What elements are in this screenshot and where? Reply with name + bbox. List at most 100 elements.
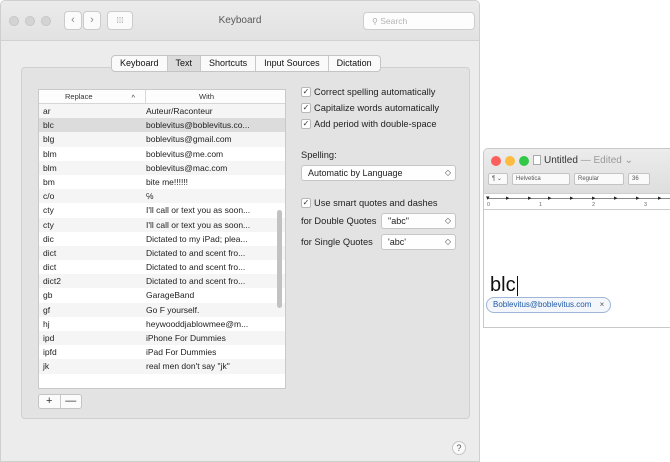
with-cell: Dictated to and scent fro...: [146, 262, 246, 273]
add-button[interactable]: +: [39, 395, 61, 408]
font-weight-popup[interactable]: Regular: [574, 173, 624, 185]
replace-cell: blm: [43, 162, 57, 173]
titlebar: ‹ › ⁞⁞⁞ Keyboard ⚲ Search: [1, 1, 479, 41]
close-window-button[interactable]: [491, 156, 501, 166]
double-space-period-checkbox[interactable]: ✓ Add period with double-space: [301, 119, 437, 129]
with-cell: boblevitus@gmail.com: [146, 134, 232, 145]
with-cell: boblevitus@me.com: [146, 148, 224, 159]
table-row[interactable]: dict Dictated to and scent fro...: [39, 260, 285, 274]
font-family-popup[interactable]: Helvetica: [512, 173, 570, 185]
with-cell: heywooddjablowmee@m...: [146, 318, 249, 329]
ruler-number: 1: [539, 202, 543, 208]
tab-stop-icon[interactable]: ▸: [570, 194, 574, 202]
table-row[interactable]: ipd iPhone For Dummies: [39, 331, 285, 346]
table-row[interactable]: blm boblevitus@me.com: [39, 147, 285, 161]
table-row[interactable]: cty I'll call or text you as soon...: [39, 203, 285, 217]
popup-arrows-icon: ◇: [444, 237, 451, 246]
table-row[interactable]: blg boblevitus@gmail.com: [39, 132, 285, 147]
search-field[interactable]: ⚲ Search: [363, 12, 475, 30]
replace-cell: c/o: [43, 191, 55, 202]
suggestion-text: Boblevitus@boblevitus.com: [493, 300, 592, 309]
minimize-window-button[interactable]: [505, 156, 515, 166]
replace-cell: blg: [43, 134, 55, 145]
table-row[interactable]: ipfd iPad For Dummies: [39, 345, 285, 359]
tab-stop-icon[interactable]: ▸: [636, 194, 640, 202]
help-button[interactable]: ?: [452, 441, 466, 455]
table-body: ar Auteur/Raconteur blc boblevitus@boblevit…: [39, 104, 285, 374]
textedit-toolbar: Untitled — Edited ⌄ ¶ ⌄ Helvetica Regula…: [484, 149, 670, 194]
checkmark-icon: ✓: [301, 87, 311, 97]
tab-shortcuts[interactable]: Shortcuts: [201, 56, 257, 71]
ruler-line: [487, 198, 670, 199]
with-column-header[interactable]: With: [146, 90, 285, 103]
with-cell: iPhone For Dummies: [146, 333, 226, 343]
table-row[interactable]: bm bite me!!!!!!: [39, 175, 285, 189]
table-scrollbar[interactable]: [277, 210, 282, 308]
paragraph-style-popup[interactable]: ¶ ⌄: [488, 173, 508, 185]
tab-stop-icon[interactable]: ▸: [658, 194, 662, 202]
single-quotes-popup[interactable]: 'abc' ◇: [381, 234, 456, 250]
tab-stop-icon[interactable]: ▸: [506, 194, 510, 202]
tab-input-sources[interactable]: Input Sources: [256, 56, 329, 71]
with-cell: Dictated to and scent fro...: [146, 247, 246, 258]
double-quotes-popup[interactable]: "abc" ◇: [381, 213, 456, 229]
replace-column-header[interactable]: Replace ^: [39, 90, 146, 103]
table-row[interactable]: gb GarageBand: [39, 288, 285, 302]
with-cell: I'll call or text you as soon...: [146, 205, 251, 216]
double-quotes-label: for Double Quotes: [301, 216, 377, 226]
table-row[interactable]: jk real men don't say "jk": [39, 359, 285, 374]
autocorrect-suggestion[interactable]: Boblevitus@boblevitus.com ×: [486, 297, 612, 313]
dismiss-suggestion-icon[interactable]: ×: [600, 300, 605, 309]
table-row[interactable]: ar Auteur/Raconteur: [39, 104, 285, 119]
table-row[interactable]: dict2 Dictated to and scent fro...: [39, 274, 285, 289]
table-row[interactable]: c/o ℅: [39, 189, 285, 204]
font-size-field[interactable]: 36: [628, 173, 650, 185]
replace-cell: jk: [43, 361, 50, 372]
tab-stop-icon[interactable]: ▸: [528, 194, 532, 202]
replace-cell: bm: [43, 176, 55, 187]
zoom-window-button[interactable]: [519, 156, 529, 166]
tab-stop-icon[interactable]: ▸: [614, 194, 618, 202]
spelling-language-popup[interactable]: Automatic by Language ◇: [301, 165, 456, 181]
double-space-period-label: Add period with double-space: [314, 119, 437, 129]
replace-cell: ar: [43, 106, 51, 116]
tab-dictation[interactable]: Dictation: [329, 56, 380, 71]
smart-quotes-checkbox[interactable]: ✓ Use smart quotes and dashes: [301, 198, 438, 208]
replace-cell: dic: [43, 233, 54, 244]
remove-button[interactable]: —: [61, 395, 82, 408]
with-cell: Dictated to my iPad; plea...: [146, 233, 248, 244]
typed-text: blc: [490, 274, 516, 296]
textedit-window: Untitled — Edited ⌄ ¶ ⌄ Helvetica Regula…: [483, 148, 670, 328]
table-row[interactable]: gf Go F yourself.: [39, 302, 285, 317]
replace-cell: blc: [43, 120, 54, 131]
capitalize-checkbox[interactable]: ✓ Capitalize words automatically: [301, 103, 439, 113]
table-row[interactable]: hj heywooddjablowmee@m...: [39, 317, 285, 331]
table-row[interactable]: blc boblevitus@boblevitus.co...: [39, 118, 285, 133]
replacement-table[interactable]: Replace ^ With ar Auteur/Raconteur blc bobl…: [38, 89, 286, 389]
double-quotes-value: "abc": [388, 216, 409, 226]
table-row[interactable]: dict Dictated to and scent fro...: [39, 245, 285, 261]
capitalize-label: Capitalize words automatically: [314, 103, 440, 113]
ruler[interactable]: ▾ ▸ ▸ ▸ ▸ ▸ ▸ ▸ ▸ 0 1 2 3: [484, 194, 670, 210]
add-remove-control: + —: [38, 394, 82, 409]
replace-cell: dict2: [43, 276, 61, 287]
with-cell: Go F yourself.: [146, 304, 200, 315]
table-row[interactable]: cty I'll call or text you as soon...: [39, 217, 285, 232]
checkmark-icon: ✓: [301, 119, 311, 129]
tab-keyboard[interactable]: Keyboard: [112, 56, 168, 71]
replace-cell: ipfd: [43, 347, 57, 358]
tab-stop-icon[interactable]: ▸: [548, 194, 552, 202]
smart-quotes-label: Use smart quotes and dashes: [314, 198, 438, 208]
replace-cell: dict: [43, 247, 57, 258]
tab-stop-icon[interactable]: ▸: [592, 194, 596, 202]
left-margin-marker-icon[interactable]: ▾: [486, 194, 490, 202]
document-title[interactable]: Untitled — Edited ⌄: [544, 155, 633, 166]
correct-spelling-checkbox[interactable]: ✓ Correct spelling automatically: [301, 87, 435, 97]
replace-cell: gb: [43, 290, 53, 301]
table-row[interactable]: blm boblevitus@mac.com: [39, 160, 285, 175]
single-quotes-value: 'abc': [388, 237, 406, 247]
table-row[interactable]: dic Dictated to my iPad; plea...: [39, 232, 285, 246]
tab-text[interactable]: Text: [167, 56, 202, 71]
replace-cell: ipd: [43, 333, 55, 343]
document-text[interactable]: blc: [490, 274, 518, 297]
